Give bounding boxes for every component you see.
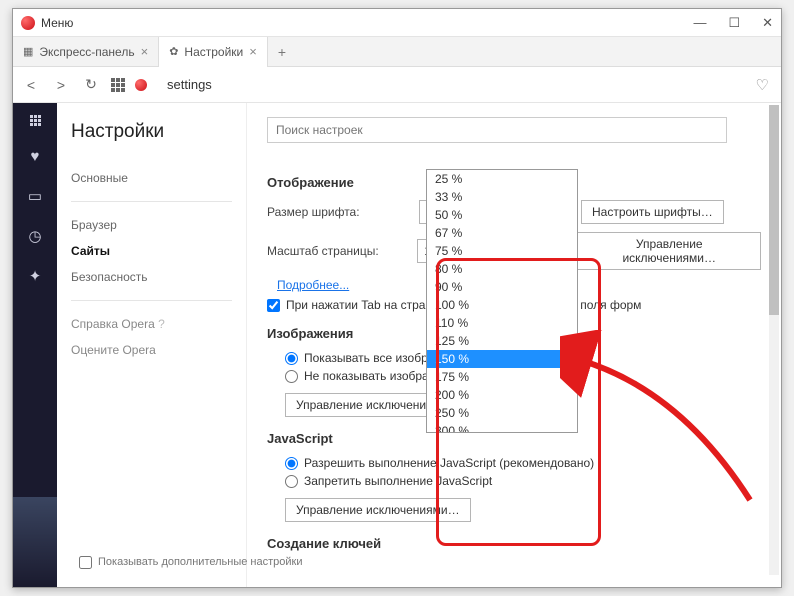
forward-button[interactable]: >: [51, 77, 71, 93]
radio-label: Разрешить выполнение JavaScript (рекомен…: [304, 456, 594, 470]
rail-heart-icon[interactable]: ♥: [31, 148, 40, 165]
js-exceptions-button[interactable]: Управление исключениями…: [285, 498, 471, 522]
rail-extensions-icon[interactable]: ✦: [29, 267, 42, 285]
url-input[interactable]: [163, 73, 746, 96]
minimize-button[interactable]: —: [693, 15, 706, 31]
section-javascript: JavaScript: [267, 431, 761, 446]
js-deny-radio[interactable]: Запретить выполнение JavaScript: [285, 474, 761, 488]
page-title: Настройки: [71, 121, 232, 143]
nav-rate[interactable]: Оцените Opera: [71, 337, 232, 363]
zoom-option[interactable]: 50 %: [427, 206, 577, 224]
zoom-option[interactable]: 90 %: [427, 278, 577, 296]
tab-label: Настройки: [184, 45, 243, 59]
zoom-option[interactable]: 25 %: [427, 170, 577, 188]
zoom-option[interactable]: 250 %: [427, 404, 577, 422]
side-rail: ♥ ▭ ◷ ✦: [13, 103, 57, 587]
speed-dial-icon[interactable]: [111, 78, 125, 92]
nav-sites[interactable]: Сайты: [71, 238, 232, 264]
zoom-option[interactable]: 33 %: [427, 188, 577, 206]
scrollbar-thumb[interactable]: [769, 105, 779, 315]
close-icon[interactable]: ×: [249, 44, 257, 59]
zoom-option[interactable]: 75 %: [427, 242, 577, 260]
zoom-option[interactable]: 200 %: [427, 386, 577, 404]
font-size-label: Размер шрифта:: [267, 205, 407, 219]
zoom-option[interactable]: 150 %: [427, 350, 577, 368]
settings-search-input[interactable]: [267, 117, 727, 143]
address-bar: < > ↻ ♡: [13, 67, 781, 103]
wallpaper-thumb: [13, 497, 57, 587]
gear-icon: ✿: [169, 45, 178, 58]
zoom-option[interactable]: 300 %: [427, 422, 577, 433]
js-allow-radio[interactable]: Разрешить выполнение JavaScript (рекомен…: [285, 456, 761, 470]
titlebar: Меню — ☐ ✕: [13, 9, 781, 37]
new-tab-button[interactable]: +: [268, 44, 296, 60]
zoom-exceptions-button[interactable]: Управление исключениями…: [577, 232, 761, 270]
reload-button[interactable]: ↻: [81, 76, 101, 93]
section-keys: Создание ключей: [267, 536, 761, 551]
nav-browser[interactable]: Браузер: [71, 212, 232, 238]
bookmark-heart-icon[interactable]: ♡: [756, 76, 769, 94]
maximize-button[interactable]: ☐: [728, 15, 740, 31]
customize-fonts-button[interactable]: Настроить шрифты…: [581, 200, 724, 224]
rail-history-icon[interactable]: ◷: [28, 227, 41, 245]
zoom-dropdown-list[interactable]: 25 %33 %50 %67 %75 %80 %90 %100 %110 %12…: [426, 169, 578, 433]
checkbox-label: Показывать дополнительные настройки: [98, 555, 303, 569]
close-button[interactable]: ✕: [762, 15, 773, 31]
divider: [71, 300, 232, 301]
settings-main: Отображение Размер шрифта: Средний ▾ Нас…: [247, 103, 781, 587]
content-area: ♥ ▭ ◷ ✦ Настройки Основные Браузер Сайты…: [13, 103, 781, 587]
tab-strip: ▦ Экспресс-панель × ✿ Настройки × +: [13, 37, 781, 67]
radio[interactable]: [285, 475, 298, 488]
zoom-option[interactable]: 100 %: [427, 296, 577, 314]
tab-settings[interactable]: ✿ Настройки ×: [159, 37, 268, 67]
menu-button[interactable]: Меню: [41, 16, 73, 30]
help-icon: ?: [158, 317, 165, 331]
tab-label: Экспресс-панель: [39, 45, 134, 59]
tab-highlight-checkbox[interactable]: [267, 299, 280, 312]
opera-logo-icon: [21, 16, 35, 30]
zoom-option[interactable]: 110 %: [427, 314, 577, 332]
show-advanced-checkbox[interactable]: [79, 556, 92, 569]
page-zoom-label: Масштаб страницы:: [267, 244, 405, 258]
radio[interactable]: [285, 352, 298, 365]
nav-basic[interactable]: Основные: [71, 165, 232, 191]
close-icon[interactable]: ×: [141, 44, 149, 59]
tab-speed-dial[interactable]: ▦ Экспресс-панель ×: [13, 37, 159, 67]
settings-pane: Настройки Основные Браузер Сайты Безопас…: [57, 103, 781, 587]
nav-help[interactable]: Справка Opera ?: [71, 311, 232, 337]
opera-o-icon: [135, 79, 147, 91]
show-advanced-row[interactable]: Показывать дополнительные настройки: [79, 555, 303, 569]
scrollbar[interactable]: [769, 105, 779, 575]
rail-news-icon[interactable]: ▭: [28, 187, 42, 205]
rail-speed-dial-icon[interactable]: [30, 115, 41, 126]
settings-nav: Настройки Основные Браузер Сайты Безопас…: [57, 103, 247, 587]
radio[interactable]: [285, 370, 298, 383]
browser-window: Меню — ☐ ✕ ▦ Экспресс-панель × ✿ Настрой…: [12, 8, 782, 588]
nav-security[interactable]: Безопасность: [71, 264, 232, 290]
window-controls: — ☐ ✕: [693, 15, 773, 31]
radio-label: Запретить выполнение JavaScript: [304, 474, 492, 488]
zoom-option[interactable]: 125 %: [427, 332, 577, 350]
divider: [71, 201, 232, 202]
back-button[interactable]: <: [21, 77, 41, 93]
grid-icon: ▦: [23, 45, 33, 58]
zoom-option[interactable]: 175 %: [427, 368, 577, 386]
zoom-option[interactable]: 80 %: [427, 260, 577, 278]
radio[interactable]: [285, 457, 298, 470]
zoom-option[interactable]: 67 %: [427, 224, 577, 242]
learn-more-link[interactable]: Подробнее...: [277, 278, 349, 292]
